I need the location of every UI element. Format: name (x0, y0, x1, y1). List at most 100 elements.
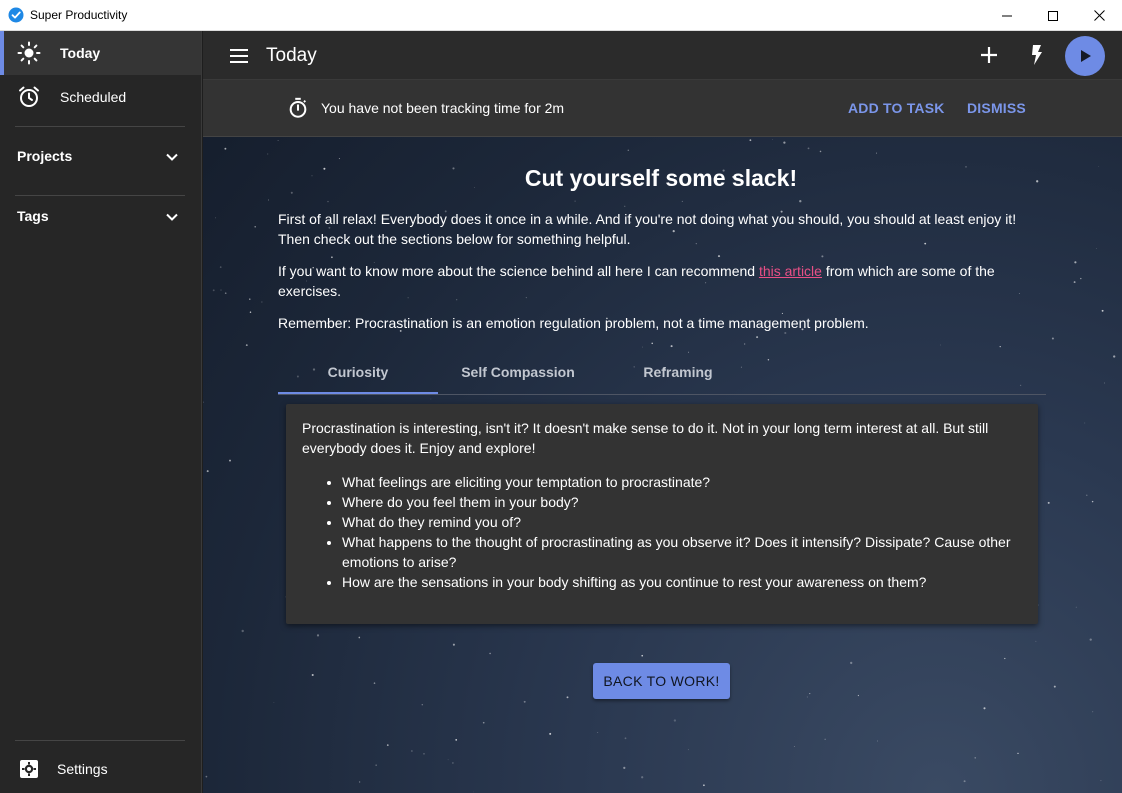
star (423, 753, 425, 755)
lightning-icon[interactable] (1025, 43, 1049, 67)
star (999, 345, 1001, 348)
sidebar-item-label: Settings (57, 761, 108, 777)
tab-self-compassion[interactable]: Self Compassion (438, 349, 598, 395)
star (963, 780, 966, 783)
maximize-button[interactable] (1030, 0, 1076, 31)
star (1086, 494, 1088, 496)
star (421, 703, 424, 706)
sidebar-item-scheduled[interactable]: Scheduled (0, 75, 201, 119)
star (1075, 606, 1077, 608)
star (316, 634, 320, 637)
play-button[interactable] (1065, 36, 1105, 76)
star (850, 661, 853, 665)
star (229, 459, 231, 462)
menu-icon[interactable] (227, 44, 251, 68)
star (983, 707, 986, 710)
article-link[interactable]: this article (759, 263, 822, 279)
star (375, 764, 377, 766)
back-to-work-button[interactable]: BACK TO WORK! (593, 663, 730, 699)
sidebar-item-today[interactable]: Today (0, 31, 201, 75)
card-intro: Procrastination is interesting, isn't it… (302, 420, 989, 456)
star (1051, 337, 1054, 340)
star (876, 740, 878, 742)
active-tab-indicator (278, 392, 438, 394)
star (793, 746, 795, 747)
banner-message: You have not been tracking time for 2m (321, 100, 565, 116)
list-item: How are the sensations in your body shif… (342, 572, 1022, 592)
star (203, 401, 204, 403)
star (783, 141, 786, 144)
star (876, 152, 877, 154)
star (205, 775, 208, 778)
window-controls (984, 0, 1122, 31)
page-title: Today (266, 45, 317, 66)
star (358, 636, 361, 639)
minimize-icon (1002, 15, 1012, 16)
star (940, 344, 941, 346)
tracking-reminder-banner: You have not been tracking time for 2m A… (203, 80, 1122, 137)
star (206, 470, 209, 473)
star (1073, 281, 1076, 284)
content-heading: Cut yourself some slack! (524, 165, 798, 191)
star (687, 749, 689, 751)
star (1092, 711, 1094, 713)
add-task-button[interactable] (977, 43, 1001, 67)
window-titlebar: Super Productivity (0, 0, 1122, 31)
star (1084, 422, 1086, 424)
star (819, 150, 822, 153)
star (1098, 165, 1100, 167)
star (224, 292, 227, 295)
app-logo-icon (8, 7, 24, 23)
minimize-button[interactable] (984, 0, 1030, 31)
star (1038, 604, 1040, 606)
sidebar-item-label: Scheduled (60, 89, 127, 105)
timer-icon (289, 97, 307, 118)
tab-content-card: Procrastination is interesting, isn't it… (286, 404, 1038, 624)
dismiss-button[interactable]: DISMISS (967, 100, 1026, 116)
star (1074, 261, 1077, 264)
star (1113, 355, 1116, 358)
chevron-down-icon (166, 213, 178, 221)
star (1047, 501, 1050, 504)
star (327, 200, 329, 203)
star (597, 732, 599, 733)
star (447, 759, 449, 761)
tab-bar: Curiosity Self Compassion Reframing (278, 349, 1046, 395)
sidebar-item-label: Today (60, 45, 101, 61)
alarm-icon (19, 86, 39, 107)
star (1100, 780, 1102, 782)
star (821, 255, 824, 258)
tab-curiosity[interactable]: Curiosity (278, 349, 438, 395)
gear-icon (20, 760, 38, 778)
star (219, 266, 222, 268)
sidebar-item-settings[interactable]: Settings (0, 749, 201, 789)
tab-reframing[interactable]: Reframing (598, 349, 758, 395)
star (744, 343, 746, 345)
star (641, 776, 644, 779)
chevron-down-icon (166, 153, 178, 161)
sidebar-section-tags[interactable]: Tags (0, 196, 201, 236)
star (681, 200, 683, 202)
plus-icon (981, 47, 997, 63)
star (703, 784, 705, 787)
star (717, 255, 721, 258)
star (1017, 752, 1019, 755)
close-window-button[interactable] (1076, 0, 1122, 31)
article-paragraph: If you want to know more about the scien… (278, 261, 1048, 301)
add-to-task-button[interactable]: ADD TO TASK (848, 100, 945, 116)
star (624, 737, 627, 740)
star (641, 654, 644, 657)
star (386, 744, 389, 746)
star (245, 344, 248, 347)
sidebar-section-projects[interactable]: Projects (0, 136, 201, 176)
star (673, 719, 677, 722)
star (1096, 248, 1097, 250)
star (224, 147, 227, 150)
star (1104, 382, 1105, 384)
star (338, 158, 340, 160)
star (430, 398, 432, 400)
section-label: Tags (17, 208, 49, 224)
article-text-before: If you want to know more about the scien… (278, 263, 759, 279)
star (549, 732, 552, 735)
reminder-paragraph: Remember: Procrastination is an emotion … (278, 315, 869, 331)
